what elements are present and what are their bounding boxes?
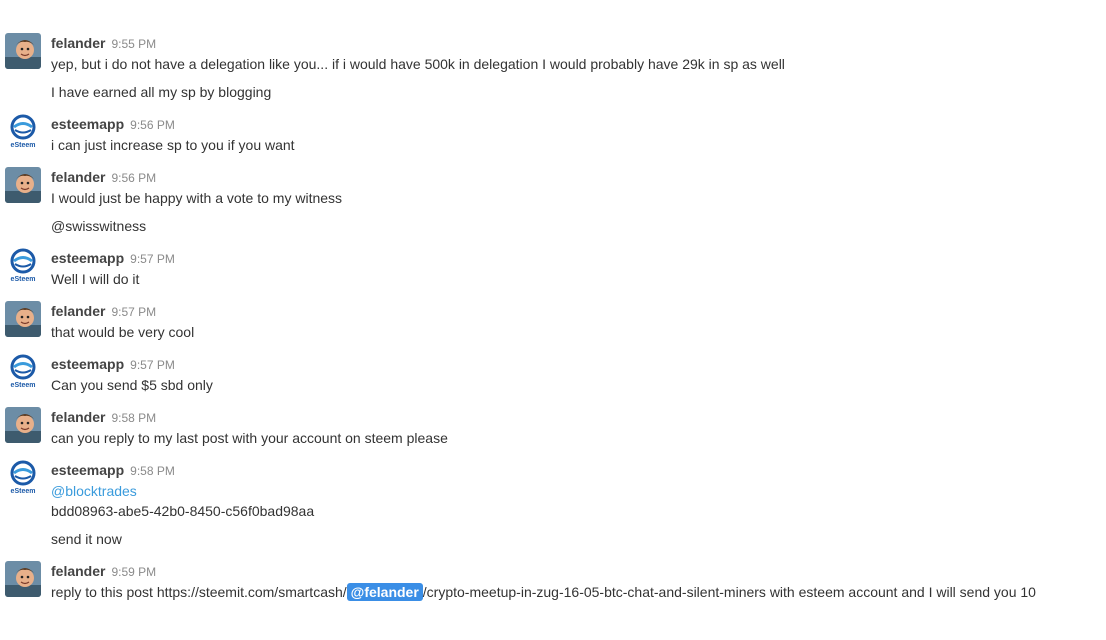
message-text: Can you send $5 sbd only: [51, 377, 213, 393]
message-header: felander 9:58 PM: [51, 408, 156, 426]
message-text: I have earned all my sp by blogging: [51, 84, 272, 100]
username[interactable]: felander: [51, 303, 105, 319]
timestamp[interactable]: 9:56 PM: [130, 118, 175, 132]
message-header: felander 9:59 PM: [51, 562, 156, 580]
username[interactable]: felander: [51, 169, 105, 185]
message-text: I would just be happy with a vote to my …: [51, 190, 343, 206]
felander-avatar[interactable]: [5, 33, 41, 69]
message-header: esteemapp 9:57 PM: [51, 355, 175, 373]
message-text-prefix[interactable]: reply to this post https://steemit.com/s…: [51, 584, 347, 600]
felander-avatar[interactable]: [5, 167, 41, 203]
username[interactable]: esteemapp: [51, 462, 124, 478]
timestamp[interactable]: 9:58 PM: [130, 464, 175, 478]
felander-avatar[interactable]: [5, 301, 41, 337]
svg-text:eSteem: eSteem: [11, 142, 36, 149]
esteem-logo-avatar[interactable]: eSteem: [5, 114, 41, 150]
timestamp[interactable]: 9:57 PM: [130, 252, 175, 266]
message-text: send it now: [51, 531, 122, 547]
username[interactable]: esteemapp: [51, 356, 124, 372]
timestamp[interactable]: 9:58 PM: [111, 411, 156, 425]
felander-avatar[interactable]: [5, 407, 41, 443]
message-header: felander 9:57 PM: [51, 302, 156, 320]
self-mention-badge[interactable]: @felander: [346, 583, 423, 601]
timestamp[interactable]: 9:57 PM: [130, 358, 175, 372]
username[interactable]: esteemapp: [51, 116, 124, 132]
message-text: that would be very cool: [51, 324, 195, 340]
esteem-logo-avatar[interactable]: eSteem: [5, 460, 41, 496]
message-text-suffix[interactable]: /crypto-meetup-in-zug-16-05-btc-chat-and…: [423, 584, 1036, 600]
esteem-logo-avatar[interactable]: eSteem: [5, 354, 41, 390]
message-text: @swisswitness: [51, 218, 147, 234]
timestamp[interactable]: 9:59 PM: [111, 565, 156, 579]
mention-link[interactable]: @blocktrades: [51, 481, 137, 501]
message-header: felander 9:55 PM: [51, 34, 156, 52]
message-header: felander 9:56 PM: [51, 168, 156, 186]
username[interactable]: felander: [51, 409, 105, 425]
username[interactable]: felander: [51, 35, 105, 51]
felander-avatar[interactable]: [5, 561, 41, 597]
esteem-logo-avatar[interactable]: eSteem: [5, 248, 41, 284]
message-text: Well I will do it: [51, 271, 140, 287]
message-header: esteemapp 9:57 PM: [51, 249, 175, 267]
timestamp[interactable]: 9:57 PM: [111, 305, 156, 319]
username[interactable]: esteemapp: [51, 250, 124, 266]
message-header: esteemapp 9:58 PM: [51, 461, 175, 479]
svg-text:eSteem: eSteem: [11, 382, 36, 389]
message-text: i can just increase sp to you if you wan…: [51, 137, 295, 153]
username[interactable]: felander: [51, 563, 105, 579]
message-text: yep, but i do not have a delegation like…: [51, 56, 785, 72]
chat-message-list: felander 9:55 PM yep, but i do not have a…: [0, 0, 1106, 640]
timestamp[interactable]: 9:56 PM: [111, 171, 156, 185]
timestamp[interactable]: 9:55 PM: [111, 37, 156, 51]
svg-text:eSteem: eSteem: [11, 276, 36, 283]
message-text: reply to this post https://steemit.com/s…: [51, 582, 1096, 602]
message-text: can you reply to my last post with your …: [51, 430, 448, 446]
svg-text:eSteem: eSteem: [11, 488, 36, 495]
message-header: esteemapp 9:56 PM: [51, 115, 175, 133]
message-text: bdd08963-abe5-42b0-8450-c56f0bad98aa: [51, 503, 315, 519]
